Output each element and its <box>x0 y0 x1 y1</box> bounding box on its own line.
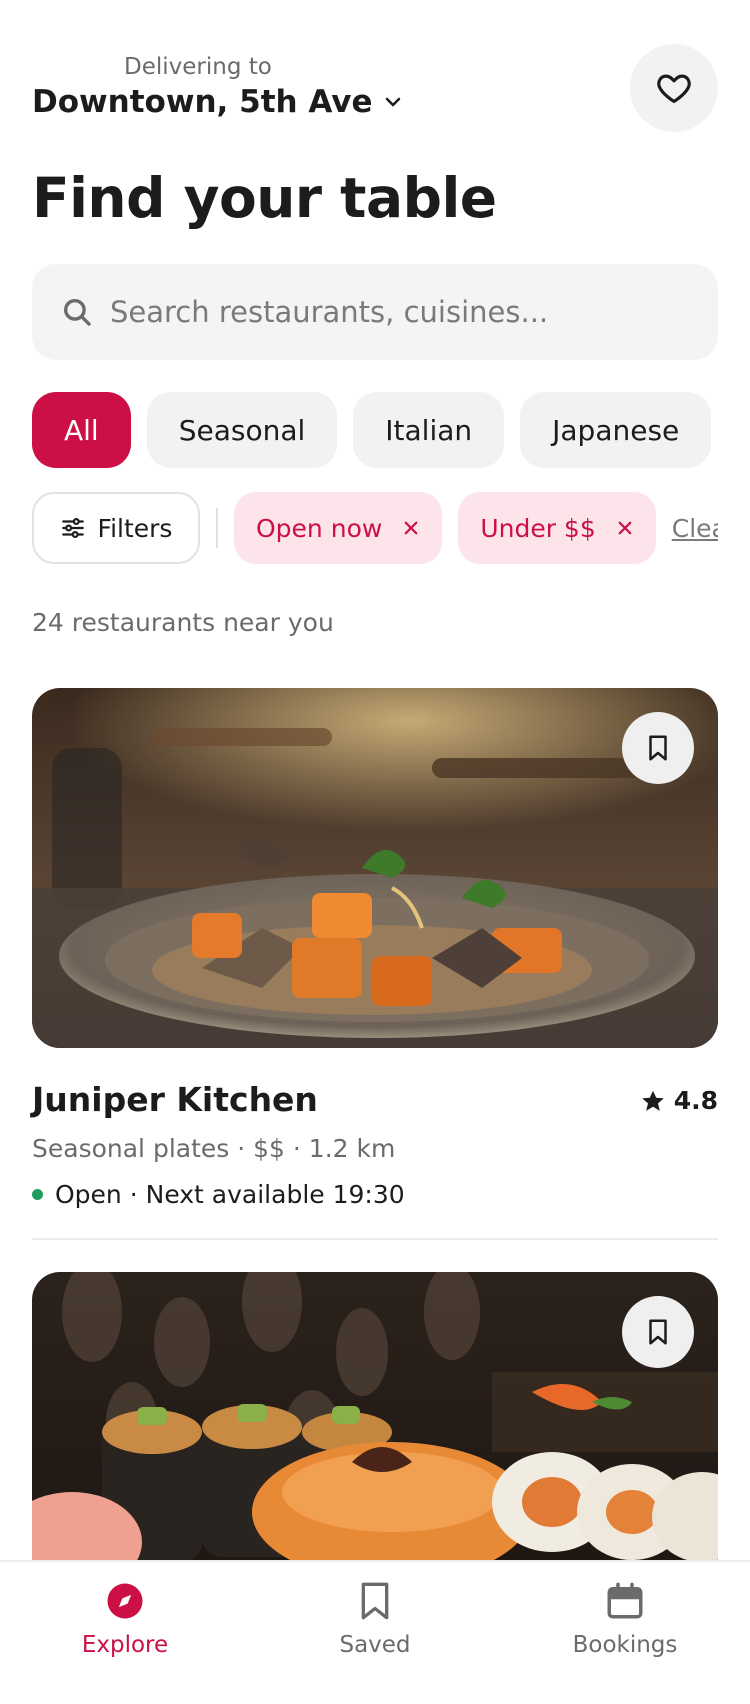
filter-row: Filters Open now Under $$ Clea <box>32 492 718 564</box>
sliders-icon <box>61 518 84 538</box>
status-text: Open · Next available 19:30 <box>55 1180 405 1209</box>
close-icon[interactable] <box>402 519 420 537</box>
chevron-down-icon <box>385 97 400 107</box>
filters-button[interactable]: Filters <box>32 492 200 564</box>
card-divider <box>32 1238 718 1240</box>
open-status-dot <box>32 1189 43 1200</box>
page-title: Find your table <box>32 166 497 230</box>
tab-label: Explore <box>81 1632 169 1658</box>
tag-open-now[interactable]: Open now <box>234 492 443 564</box>
heart-icon <box>657 74 691 104</box>
bookmark-icon <box>649 735 667 761</box>
results-count: 24 restaurants near you <box>32 608 334 637</box>
rating-value: 4.8 <box>673 1086 718 1115</box>
tab-explore[interactable]: Explore <box>0 1562 250 1704</box>
restaurant-meta: Seasonal plates · $$ · 1.2 km <box>32 1134 396 1163</box>
chip-seasonal[interactable]: Seasonal <box>146 392 338 468</box>
header: Delivering to Downtown, 5th Ave <box>32 44 718 134</box>
bookmark-icon <box>649 1319 667 1345</box>
tab-label: Bookings <box>572 1632 678 1658</box>
restaurant-name: Juniper Kitchen <box>32 1080 318 1119</box>
tab-bookings[interactable]: Bookings <box>500 1562 750 1704</box>
search-icon <box>63 298 91 326</box>
delivering-label: Delivering to <box>124 54 272 80</box>
star-icon <box>641 1090 664 1111</box>
tag-under-price[interactable]: Under $$ <box>458 492 656 564</box>
close-icon[interactable] <box>616 519 634 537</box>
tag-label: Under $$ <box>480 513 596 543</box>
calendar-icon <box>602 1578 648 1624</box>
compass-icon <box>102 1578 148 1624</box>
clear-filters-link[interactable]: Clea <box>672 514 718 543</box>
restaurant-rating: 4.8 <box>640 1086 718 1115</box>
search-input[interactable]: Search restaurants, cuisines... <box>32 264 718 360</box>
restaurant-photo <box>32 688 718 1048</box>
restaurant-status: Open · Next available 19:30 <box>32 1180 405 1209</box>
restaurant-card[interactable] <box>32 1272 718 1632</box>
tab-label: Saved <box>339 1632 411 1658</box>
bottom-tab-bar: Explore Saved Bookings <box>0 1560 750 1704</box>
restaurant-card[interactable]: Juniper Kitchen 4.8 Seasonal plates · $$… <box>32 688 718 1209</box>
chip-all[interactable]: All <box>32 392 131 468</box>
tab-saved[interactable]: Saved <box>250 1562 500 1704</box>
filter-divider <box>216 508 218 548</box>
save-restaurant-button[interactable] <box>622 1296 694 1368</box>
favorites-button[interactable] <box>630 44 718 132</box>
filters-label: Filters <box>97 513 173 543</box>
save-restaurant-button[interactable] <box>622 712 694 784</box>
location-text: Downtown, 5th Ave <box>32 84 373 120</box>
category-chips: All Seasonal Italian Japanese <box>32 392 712 468</box>
search-placeholder: Search restaurants, cuisines... <box>110 295 549 329</box>
food-photo-image <box>32 688 718 1048</box>
bookmark-icon <box>352 1578 398 1624</box>
chip-italian[interactable]: Italian <box>353 392 505 468</box>
tag-label: Open now <box>256 513 383 543</box>
chip-japanese[interactable]: Japanese <box>520 392 712 468</box>
location-selector[interactable]: Downtown, 5th Ave <box>32 84 405 120</box>
